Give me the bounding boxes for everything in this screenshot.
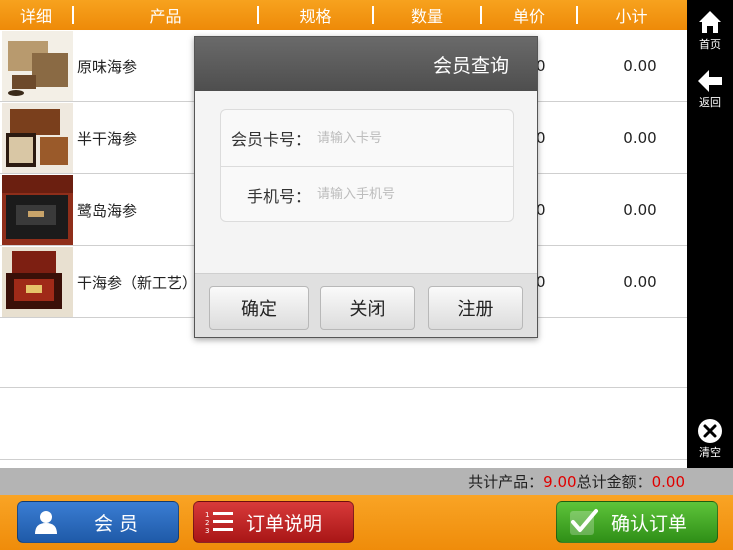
table-header: 详细 产品 规格 数量 单价 小计	[0, 0, 687, 30]
product-image	[2, 175, 73, 245]
product-thumbnail	[2, 103, 73, 173]
member-button[interactable]: 会 员	[17, 501, 179, 543]
checkmark-icon	[557, 508, 611, 536]
back-label: 返回	[699, 96, 721, 109]
phone-input[interactable]	[313, 179, 513, 210]
member-query-dialog: 会员查询 会员卡号： 手机号： 确定 关闭 注册	[194, 36, 538, 338]
user-icon	[18, 509, 74, 535]
member-label: 会 员	[94, 512, 139, 535]
close-circle-icon	[698, 419, 722, 443]
product-name: 干海参（新工艺）	[77, 273, 198, 292]
total-amount-label: 总计金额：	[576, 473, 652, 491]
clear-button[interactable]: 清空	[687, 418, 733, 460]
order-notes-button[interactable]: 1 2 3 订单说明	[193, 501, 354, 543]
product-image	[2, 247, 73, 317]
product-name: 鹭岛海参	[77, 201, 138, 220]
order-notes-label: 订单说明	[246, 512, 323, 535]
close-button[interactable]: 关闭	[320, 286, 415, 330]
totals-bar: 共计产品： 9.00 总计金额： 0.00	[0, 468, 687, 495]
phone-label: 手机号：	[246, 186, 311, 206]
product-name: 原味海参	[77, 57, 138, 76]
dialog-title: 会员查询	[195, 37, 537, 91]
row-divider	[0, 459, 687, 460]
register-button[interactable]: 注册	[428, 286, 523, 330]
home-icon	[699, 11, 721, 33]
subtotal-value: 0.00	[623, 273, 657, 291]
card-number-row: 会员卡号：	[221, 110, 513, 166]
subtotal-value: 0.00	[623, 129, 657, 147]
col-header-price: 单价	[512, 7, 545, 26]
confirm-order-label: 确认订单	[611, 512, 688, 535]
svg-text:1: 1	[205, 511, 209, 519]
subtotal-value: 0.00	[623, 57, 657, 75]
list-icon: 1 2 3	[194, 510, 246, 534]
svg-text:3: 3	[205, 527, 209, 534]
product-image	[2, 103, 73, 173]
dialog-actions: 确定 关闭 注册	[195, 273, 537, 337]
footer-toolbar: 会 员 1 2 3 订单说明 确认订单	[0, 495, 733, 550]
col-header-qty: 数量	[410, 7, 443, 26]
totals-bar-edge	[687, 468, 733, 495]
product-thumbnail	[2, 247, 73, 317]
arrow-left-icon	[698, 70, 722, 92]
card-number-input[interactable]	[313, 123, 513, 153]
card-number-label: 会员卡号：	[230, 130, 311, 149]
col-header-spec: 规格	[299, 7, 332, 26]
col-header-subtotal: 小计	[615, 7, 648, 26]
subtotal-value: 0.00	[623, 201, 657, 219]
svg-text:2: 2	[205, 519, 209, 527]
phone-row: 手机号：	[221, 166, 513, 222]
total-count-label: 共计产品：	[468, 473, 544, 491]
home-button[interactable]: 首页	[687, 8, 733, 52]
dialog-body: 会员卡号： 手机号：	[195, 91, 537, 273]
total-amount-value: 0.00	[651, 472, 685, 491]
product-name: 半干海参	[77, 129, 138, 148]
member-form: 会员卡号： 手机号：	[220, 109, 514, 222]
row-divider	[0, 387, 687, 388]
total-count-value: 9.00	[543, 472, 577, 491]
clear-label: 清空	[699, 446, 721, 459]
product-thumbnail	[2, 175, 73, 245]
confirm-order-button[interactable]: 确认订单	[556, 501, 718, 543]
ok-button[interactable]: 确定	[209, 286, 309, 330]
col-header-product: 产品	[149, 7, 182, 26]
home-label: 首页	[699, 38, 721, 51]
product-thumbnail	[2, 31, 73, 101]
col-header-detail: 详细	[19, 7, 52, 26]
back-button[interactable]: 返回	[687, 68, 733, 110]
product-image	[2, 31, 73, 101]
right-sidebar: 首页 返回 清空	[687, 0, 733, 468]
